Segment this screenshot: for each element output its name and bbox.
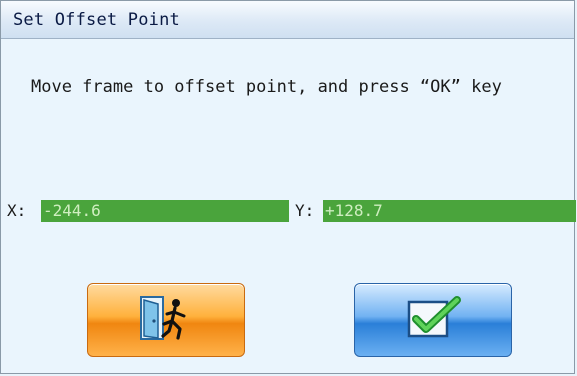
checkmark-icon — [401, 294, 465, 346]
instruction-message: Move frame to offset point, and press “O… — [31, 77, 502, 97]
dialog-title: Set Offset Point — [13, 10, 180, 30]
coordinate-readout: X: -244.6 Y: +128.7 — [1, 200, 576, 222]
y-value: +128.7 — [323, 200, 576, 222]
title-bar: Set Offset Point — [1, 1, 574, 39]
x-label: X: — [7, 201, 27, 220]
exit-door-icon — [136, 294, 196, 346]
ok-button[interactable] — [354, 283, 512, 357]
exit-button[interactable] — [87, 283, 245, 357]
y-label: Y: — [295, 201, 315, 220]
x-value: -244.6 — [41, 200, 289, 222]
set-offset-dialog: Set Offset Point Move frame to offset po… — [0, 0, 576, 374]
